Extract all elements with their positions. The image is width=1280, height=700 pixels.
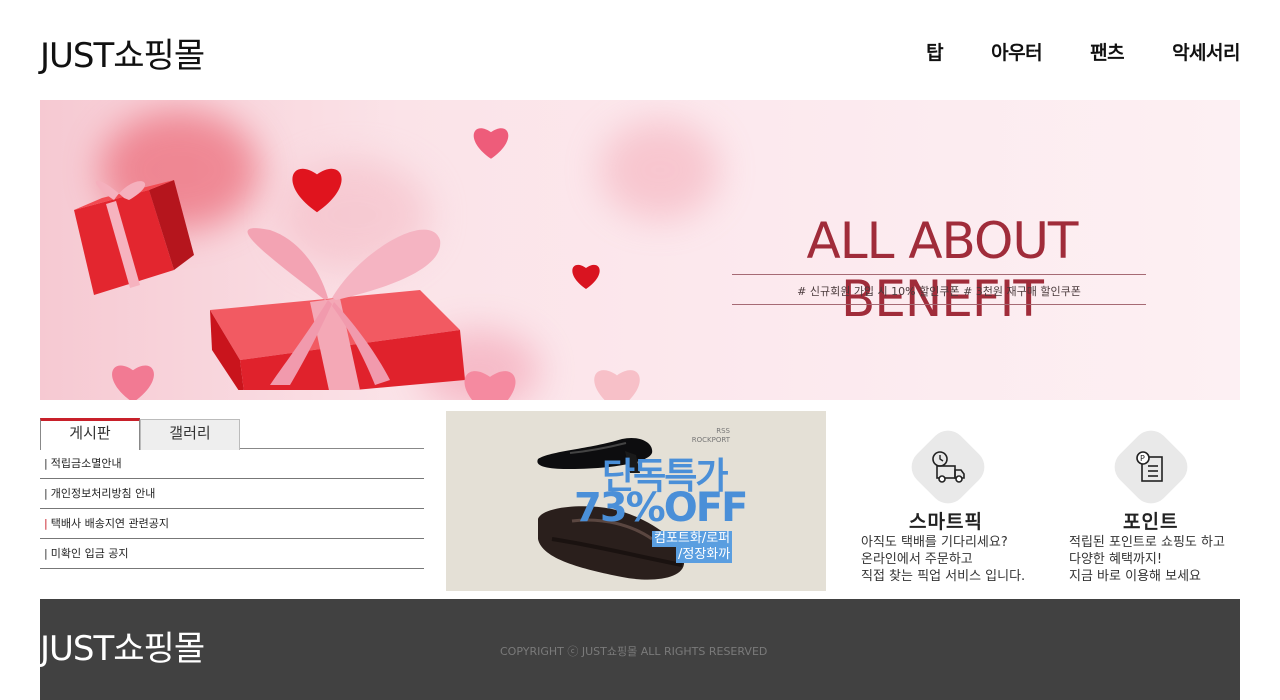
notice-board: 게시판 갤러리 | 적립금소멸안내 | 개인정보처리방침 안내 | 택배사 배송지연 … bbox=[40, 418, 424, 569]
promo-brand: RSS ROCKPORT bbox=[692, 427, 730, 445]
nav-item-outer[interactable]: 아우터 bbox=[991, 38, 1042, 65]
board-list: | 적립금소멸안내 | 개인정보처리방침 안내 | 택배사 배송지연 관련공지 | 미확… bbox=[40, 449, 424, 569]
promo-discount: 73%OFF bbox=[574, 485, 748, 531]
tab-board[interactable]: 게시판 bbox=[40, 418, 140, 450]
promo-tag: 컴포트화/로퍼 bbox=[652, 531, 733, 547]
point-receipt-icon: P bbox=[1136, 451, 1163, 482]
tab-gallery[interactable]: 갤러리 bbox=[140, 419, 240, 450]
board-list-item[interactable]: | 택배사 배송지연 관련공지 bbox=[40, 509, 424, 539]
service-desc-line: 아직도 택배를 기다리세요? bbox=[861, 535, 1008, 550]
list-bullet: | bbox=[44, 487, 48, 500]
nav-item-accessory[interactable]: 악세서리 bbox=[1172, 38, 1240, 65]
promo-shoe-banner[interactable]: RSS ROCKPORT 단독특가 73%OFF 컴포트화/로퍼 /정장화까 bbox=[446, 411, 826, 591]
footer-logo[interactable]: JUST쇼핑몰 bbox=[40, 621, 205, 670]
content-row: 게시판 갤러리 | 적립금소멸안내 | 개인정보처리방침 안내 | 택배사 배송지연 … bbox=[40, 400, 1240, 599]
service-desc-line: 지금 바로 이용해 보세요 bbox=[1069, 569, 1201, 584]
site-footer: JUST쇼핑몰 COPYRIGHT ⓒ JUST쇼핑몰 ALL RIGHTS R… bbox=[40, 599, 1240, 700]
service-title: 포인트 bbox=[1123, 511, 1179, 533]
truck-clock-icon bbox=[932, 451, 965, 483]
main-nav: 탑 아우터 팬츠 악세서리 bbox=[878, 38, 1240, 65]
service-title: 스마트픽 bbox=[909, 511, 983, 533]
page: JUST쇼핑몰 탑 아우터 팬츠 악세서리 ALL ABOUT BENEFIT … bbox=[40, 0, 1240, 700]
list-bullet: | bbox=[44, 457, 48, 470]
site-logo[interactable]: JUST쇼핑몰 bbox=[40, 28, 205, 77]
site-header: JUST쇼핑몰 탑 아우터 팬츠 악세서리 bbox=[40, 0, 1240, 100]
heart-icon bbox=[473, 128, 509, 159]
service-desc-line: 온라인에서 주문하고 bbox=[861, 552, 973, 567]
service-desc-line: 적립된 포인트로 쇼핑도 하고 bbox=[1069, 535, 1225, 550]
list-bullet: | bbox=[44, 517, 48, 530]
service-desc-line: 직접 찾는 픽업 서비스 입니다. bbox=[861, 569, 1026, 584]
banner-title: ALL ABOUT BENEFIT bbox=[806, 212, 1079, 328]
heart-icon bbox=[594, 370, 640, 400]
nav-item-pants[interactable]: 팬츠 bbox=[1090, 38, 1124, 65]
gift-box-large-icon bbox=[210, 228, 465, 390]
svg-text:P: P bbox=[1140, 454, 1145, 463]
board-list-item[interactable]: | 개인정보처리방침 안내 bbox=[40, 479, 424, 509]
board-item-title: 택배사 배송지연 관련공지 bbox=[50, 517, 170, 530]
heart-icon bbox=[112, 365, 154, 400]
heart-icon bbox=[464, 371, 516, 400]
banner-divider bbox=[732, 304, 1146, 305]
list-bullet: | bbox=[44, 547, 48, 560]
service-desc-line: 다양한 혜택까지! bbox=[1069, 552, 1163, 567]
heart-icon bbox=[292, 168, 342, 213]
copyright-text: COPYRIGHT ⓒ JUST쇼핑몰 ALL RIGHTS RESERVED bbox=[500, 645, 768, 658]
board-item-title: 적립금소멸안내 bbox=[50, 457, 122, 470]
main-banner[interactable]: ALL ABOUT BENEFIT # 신규회원 가입 시 10% 할인쿠폰 #… bbox=[40, 100, 1240, 400]
gift-box-small-icon bbox=[74, 180, 194, 295]
banner-divider bbox=[732, 274, 1146, 275]
banner-subtitle: # 신규회원 가입 시 10% 할인쿠폰 # 3천원 재구매 할인쿠폰 bbox=[797, 285, 1081, 298]
board-tabs: 게시판 갤러리 bbox=[40, 418, 424, 450]
service-description: 아직도 택배를 기다리세요? 온라인에서 주문하고 직접 찾는 픽업 서비스 입… bbox=[861, 534, 1025, 585]
nav-item-top[interactable]: 탑 bbox=[926, 38, 943, 65]
banner-bokeh bbox=[600, 120, 720, 220]
promo-tag: /정장화까 bbox=[676, 547, 733, 563]
heart-icon bbox=[572, 264, 600, 289]
board-list-item[interactable]: | 적립금소멸안내 bbox=[40, 449, 424, 479]
promo-brand-top: RSS bbox=[716, 427, 730, 435]
board-list-item[interactable]: | 미확인 입금 공지 bbox=[40, 539, 424, 569]
service-description: 적립된 포인트로 쇼핑도 하고 다양한 혜택까지! 지금 바로 이용해 보세요 bbox=[1069, 534, 1225, 585]
board-item-title: 미확인 입금 공지 bbox=[50, 547, 129, 560]
promo-brand-name: ROCKPORT bbox=[691, 436, 730, 444]
board-item-title: 개인정보처리방침 안내 bbox=[50, 487, 156, 500]
